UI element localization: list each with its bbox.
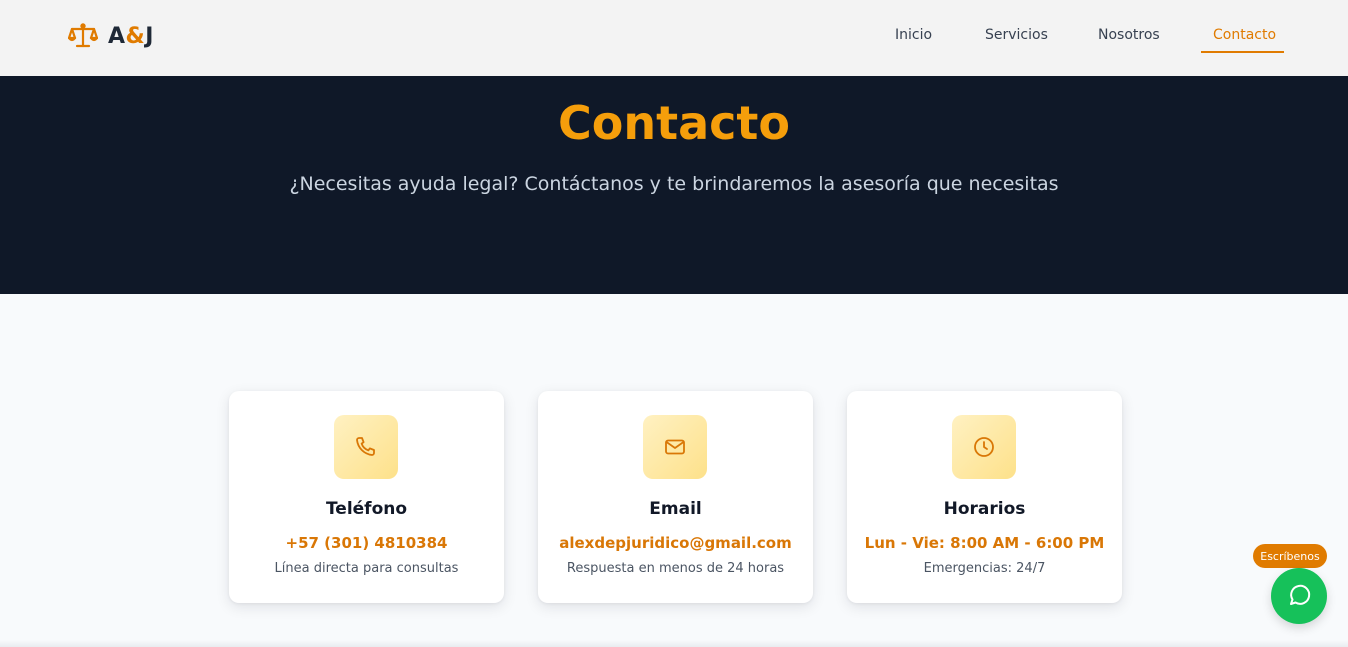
phone-link[interactable]: +57 (301) 4810384 [229, 534, 504, 552]
clock-icon [974, 437, 994, 457]
card-title: Horarios [943, 499, 1026, 519]
page-subtitle: ¿Necesitas ayuda legal? Contáctanos y te… [289, 173, 1059, 195]
nav-item-servicios[interactable]: Servicios [985, 27, 1048, 43]
whatsapp-icon [1290, 584, 1311, 605]
card-icon-box [952, 415, 1016, 479]
mail-icon [665, 439, 685, 455]
nav-item-nosotros[interactable]: Nosotros [1098, 27, 1160, 43]
card-title: Teléfono [325, 499, 408, 519]
nav-item-inicio[interactable]: Inicio [895, 27, 932, 43]
hero-section: Contacto ¿Necesitas ayuda legal? Contáct… [0, 76, 1348, 294]
card-title: Email [649, 499, 702, 519]
section-divider [0, 640, 1348, 647]
card-description: Respuesta en menos de 24 horas [566, 561, 785, 576]
card-icon-box [643, 415, 707, 479]
main-nav: Inicio Servicios Nosotros Contacto [0, 0, 1348, 76]
card-description: Emergencias: 24/7 [923, 561, 1046, 576]
whatsapp-chat-button[interactable] [1271, 568, 1327, 624]
nav-item-contacto[interactable]: Contacto [1213, 27, 1276, 43]
chat-badge[interactable]: Escríbenos [1253, 544, 1327, 568]
hours-value: Lun - Vie: 8:00 AM - 6:00 PM [864, 534, 1105, 552]
contact-card-email: Email alexdepjuridico@gmail.com Respuest… [538, 391, 813, 603]
page-title: Contacto [558, 96, 790, 150]
card-icon-box [334, 415, 398, 479]
phone-icon [356, 437, 375, 456]
contact-card-phone: Teléfono +57 (301) 4810384 Línea directa… [229, 391, 504, 603]
nav-active-underline [1201, 51, 1284, 53]
site-header: A&J Inicio Servicios Nosotros Contacto [0, 0, 1348, 76]
email-link[interactable]: alexdepjuridico@gmail.com [538, 534, 813, 552]
contact-card-hours: Horarios Lun - Vie: 8:00 AM - 6:00 PM Em… [847, 391, 1122, 603]
card-description: Línea directa para consultas [274, 561, 459, 576]
